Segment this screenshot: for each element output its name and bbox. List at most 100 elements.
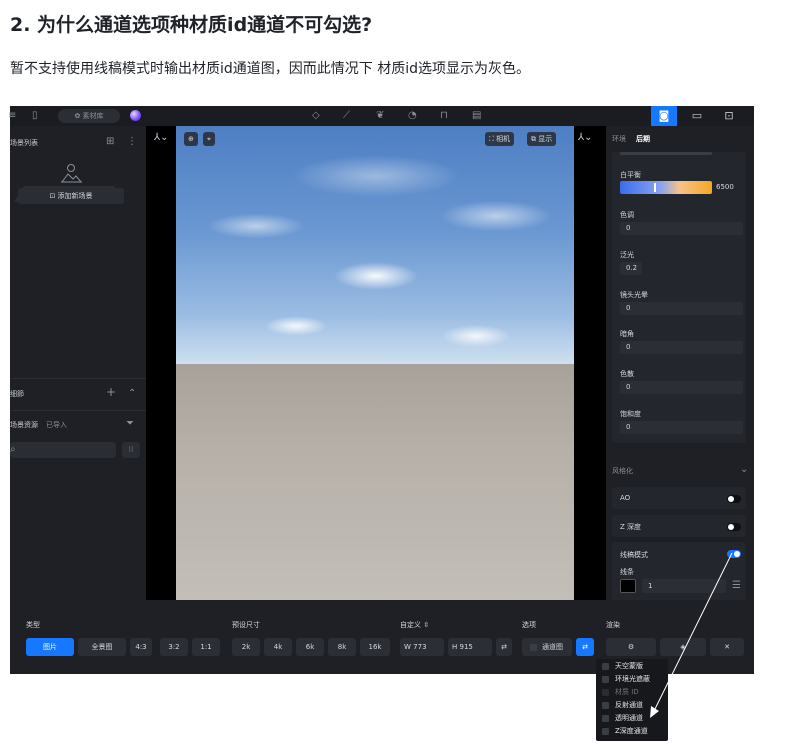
article-heading: 2. 为什么通道选项种材质id通道不可勾选?: [10, 14, 373, 36]
preset-6k-button[interactable]: 6k: [296, 638, 324, 656]
vignette-field[interactable]: 0: [620, 341, 743, 354]
option-label: 环境光遮蔽: [615, 675, 650, 683]
material-library-button[interactable]: ✿ 素材库: [58, 109, 120, 123]
render-viewport[interactable]: ⅄⌄ ⊕ ⌖ ⛶ 相机 ⧉ 显示 ⅄⌄: [146, 126, 606, 600]
tab-post[interactable]: 后期: [636, 134, 650, 144]
stylize-section-label[interactable]: 风格化: [612, 466, 633, 476]
checkbox[interactable]: [602, 676, 609, 683]
pin-button[interactable]: ⌖: [203, 132, 215, 146]
type-image-button[interactable]: 图片: [26, 638, 74, 656]
path-tool-icon[interactable]: ⟋: [343, 110, 350, 122]
add-scene-button[interactable]: ⊡ 添加新场景: [18, 188, 124, 204]
channel-option-ao[interactable]: 环境光遮蔽: [602, 674, 650, 685]
channel-option-sky-mask[interactable]: 天空蒙版: [602, 661, 643, 672]
dispersion-field[interactable]: 0: [620, 381, 743, 394]
tab-environment[interactable]: 环境: [612, 134, 626, 144]
ratio-3-2-button[interactable]: 3:2: [160, 638, 188, 656]
chevron-down-icon[interactable]: ⌄: [740, 464, 748, 476]
height-input[interactable]: H 915: [448, 638, 492, 656]
filter-icon[interactable]: ⏷: [126, 418, 134, 430]
checkbox[interactable]: [602, 715, 609, 722]
scene-placeholder-icon: [61, 164, 82, 183]
add-tab-icon[interactable]: ⊞: [106, 136, 114, 148]
channel-option-material-id: 材质 ID: [602, 687, 639, 698]
option-label: 材质 ID: [615, 688, 639, 696]
preset-16k-button[interactable]: 16k: [360, 638, 390, 656]
saturation-field[interactable]: 0: [620, 421, 743, 434]
sliders-icon[interactable]: ☰: [732, 580, 741, 592]
custom-size-label: 自定义 ⇳: [400, 620, 429, 630]
new-file-icon[interactable]: ▯: [32, 110, 38, 122]
display-button[interactable]: ⧉ 显示: [527, 132, 557, 146]
channel-option-reflection[interactable]: 反射通道: [602, 700, 643, 711]
wireframe-toggle[interactable]: [727, 550, 741, 558]
height-value: 915: [459, 643, 473, 651]
left-panel: 场景列表 ⊞ ⋮ ⊡ 添加新场景 细節 + ⌃ 场景资源 已导入 ⏷ ⌕ ⁝⁝: [10, 126, 146, 600]
time-icon[interactable]: ◔: [408, 110, 417, 122]
checkbox[interactable]: [602, 728, 609, 735]
ratio-4-3-button[interactable]: 4:3: [130, 638, 152, 656]
line-width-field[interactable]: 1: [642, 579, 726, 593]
preset-4k-button[interactable]: 4k: [264, 638, 292, 656]
white-balance-slider[interactable]: [620, 181, 712, 194]
swap-size-button[interactable]: ⇄: [496, 638, 512, 656]
camera-view-button[interactable]: ⛶ 相机: [485, 132, 515, 146]
options-label: 选项: [522, 621, 536, 629]
tint-field[interactable]: 0: [620, 222, 743, 235]
globe-button[interactable]: ⊕: [184, 132, 198, 146]
leaf-icon[interactable]: ❦: [376, 110, 384, 122]
preset-2k-button[interactable]: 2k: [232, 638, 260, 656]
texture-icon[interactable]: ▤: [472, 110, 481, 122]
channel-checkbox[interactable]: [530, 644, 537, 651]
link-icon[interactable]: ⇳: [423, 621, 429, 629]
ratio-1-1-button[interactable]: 1:1: [192, 638, 220, 656]
channel-settings-button[interactable]: ⇄: [576, 638, 594, 656]
bloom-field[interactable]: 0.2: [620, 262, 642, 275]
axis-dropdown-icon[interactable]: ⅄⌄: [578, 132, 593, 144]
collapse-icon[interactable]: ⌃: [128, 388, 136, 400]
render-icon: ◈: [680, 643, 686, 651]
checkbox[interactable]: [602, 702, 609, 709]
render-button[interactable]: ◈: [660, 638, 706, 656]
channel-dropdown-button[interactable]: 通道图: [522, 638, 572, 656]
ai-orb-icon[interactable]: [130, 110, 141, 121]
render-settings-button[interactable]: ⚙: [606, 638, 656, 656]
zdepth-toggle[interactable]: [727, 523, 741, 531]
water-drop-icon[interactable]: ◇: [312, 110, 320, 122]
preset-8k-button[interactable]: 8k: [328, 638, 356, 656]
option-label: 透明通道: [615, 714, 643, 722]
plus-icon[interactable]: +: [106, 386, 116, 398]
line-color-swatch[interactable]: [620, 579, 636, 593]
furniture-icon[interactable]: ⊓: [440, 110, 448, 122]
camera-render-tab[interactable]: ◙: [651, 106, 677, 126]
inbox-tab[interactable]: ⊡: [716, 106, 742, 126]
add-image-icon: ⊡: [49, 192, 58, 200]
tab-scene-assets[interactable]: 场景资源: [10, 420, 38, 430]
close-button[interactable]: ✕: [710, 638, 744, 656]
channel-label: 通道图: [542, 643, 563, 651]
more-icon[interactable]: ⋮: [127, 136, 137, 148]
lens-flare-field[interactable]: 0: [620, 302, 743, 315]
grid-view-button[interactable]: ⁝⁝: [122, 442, 140, 458]
app-screenshot: ≡ ▯ ✿ 素材库 ◇ ⟋ ❦ ◔ ⊓ ▤ ◙ ▭ ⊡ 场景列表 ⊞ ⋮ ⊡ 添…: [8, 106, 754, 741]
scene-list-label: 场景列表: [10, 139, 38, 147]
white-balance-thumb[interactable]: [654, 183, 656, 192]
ao-toggle[interactable]: [727, 495, 741, 503]
tab-imported[interactable]: 已导入: [46, 420, 67, 430]
checkbox[interactable]: [602, 663, 609, 670]
checkbox: [602, 689, 609, 696]
channel-option-alpha[interactable]: 透明通道: [602, 713, 643, 724]
white-balance-value[interactable]: 6500: [716, 183, 734, 191]
axis-icon[interactable]: ⅄⌄: [154, 132, 169, 144]
globe-icon: ⊕: [188, 135, 194, 143]
channel-option-zdepth[interactable]: Z深度通道: [602, 726, 648, 737]
zdepth-label: Z 深度: [620, 523, 642, 531]
inbox-icon: ⊡: [724, 109, 734, 122]
width-input[interactable]: W 773: [400, 638, 444, 656]
type-panorama-button[interactable]: 全景图: [78, 638, 126, 656]
field-label: 饱和度: [620, 410, 641, 418]
menu-icon[interactable]: ≡: [8, 110, 16, 122]
video-tab[interactable]: ▭: [684, 106, 710, 126]
add-scene-label: 添加新场景: [57, 192, 93, 200]
search-input[interactable]: ⌕: [10, 442, 116, 458]
